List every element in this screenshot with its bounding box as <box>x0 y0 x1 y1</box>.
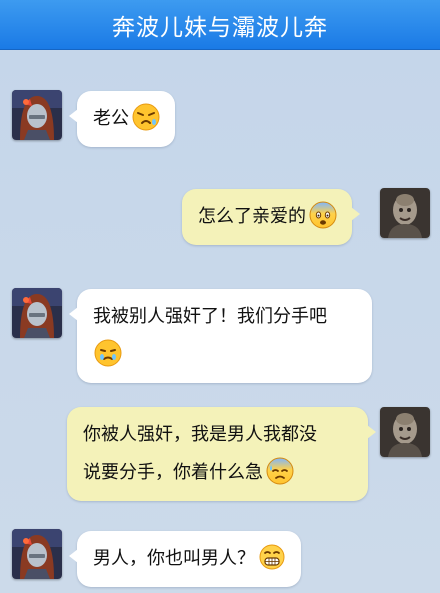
female-avatar[interactable] <box>12 90 62 140</box>
cold-sweat-face-icon <box>265 456 295 486</box>
fearful-face-icon <box>308 200 338 230</box>
message-bubble[interactable]: 老公 <box>69 91 175 147</box>
message-bubble[interactable]: 男人，你也叫男人？ <box>69 531 301 587</box>
message-text-line-2: 说要分手，你着什么急 <box>83 462 263 483</box>
message-text-line-1: 你被人强奸，我是男人我都没 <box>83 424 317 445</box>
message-bubble[interactable]: 怎么了亲爱的 <box>182 189 360 245</box>
message-text: 老公 <box>93 108 129 129</box>
message-text: 男人，你也叫男人？ <box>93 548 255 569</box>
male-avatar[interactable] <box>380 188 430 238</box>
grinning-teeth-face-icon <box>257 542 287 572</box>
female-avatar[interactable] <box>12 288 62 338</box>
chat-title: 奔波儿妹与灞波儿奔 <box>112 14 328 41</box>
message-bubble[interactable]: 我被别人强奸了！我们分手吧 <box>69 289 372 383</box>
message-text: 怎么了亲爱的 <box>198 206 306 227</box>
message-list[interactable]: 老公 怎么了亲爱的 我被别人强奸了！我们分手吧 你被人强奸，我是男人我都没 说要… <box>0 50 440 593</box>
male-avatar[interactable] <box>380 407 430 457</box>
message-bubble[interactable]: 你被人强奸，我是男人我都没 说要分手，你着什么急 <box>67 407 376 501</box>
message-text: 我被别人强奸了！我们分手吧 <box>93 306 327 327</box>
chat-header: 奔波儿妹与灞波儿奔 <box>0 0 440 50</box>
female-avatar[interactable] <box>12 529 62 579</box>
crying-face-icon <box>93 338 123 368</box>
pouting-face-icon <box>131 102 161 132</box>
